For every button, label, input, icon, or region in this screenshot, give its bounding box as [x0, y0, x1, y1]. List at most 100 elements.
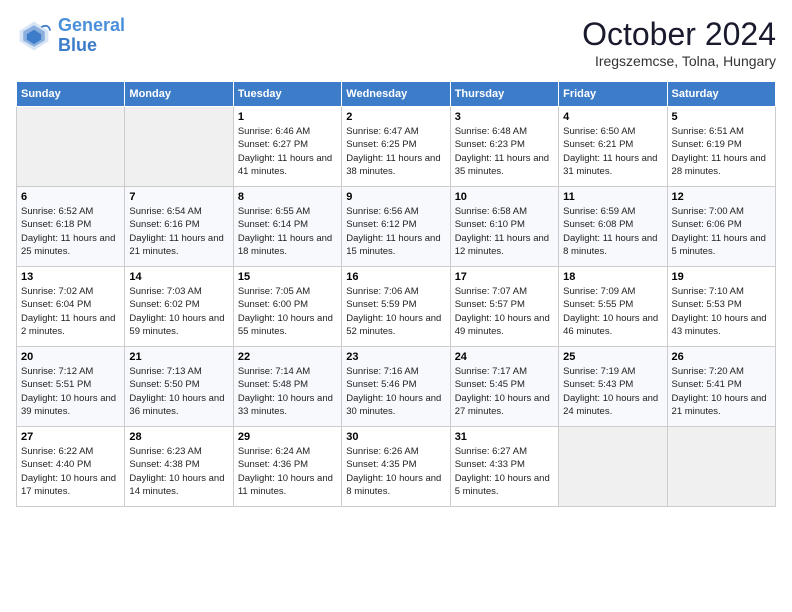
calendar-cell: 23Sunrise: 7:16 AM Sunset: 5:46 PM Dayli… — [342, 347, 450, 427]
col-header-saturday: Saturday — [667, 82, 775, 107]
calendar-cell: 10Sunrise: 6:58 AM Sunset: 6:10 PM Dayli… — [450, 187, 558, 267]
day-info: Sunrise: 7:17 AM Sunset: 5:45 PM Dayligh… — [455, 365, 554, 418]
day-info: Sunrise: 6:24 AM Sunset: 4:36 PM Dayligh… — [238, 445, 337, 498]
day-info: Sunrise: 6:59 AM Sunset: 6:08 PM Dayligh… — [563, 205, 662, 258]
day-number: 22 — [238, 351, 337, 363]
calendar-cell — [667, 427, 775, 507]
col-header-wednesday: Wednesday — [342, 82, 450, 107]
calendar-cell: 11 Sunrise: 6:59 AM Sunset: 6:08 PM Dayli… — [559, 187, 667, 267]
day-info: Sunrise: 7:02 AM Sunset: 6:04 PM Dayligh… — [21, 285, 120, 338]
calendar-cell — [559, 427, 667, 507]
day-info: Sunrise: 7:03 AM Sunset: 6:02 PM Dayligh… — [129, 285, 228, 338]
calendar-cell: 22 Sunrise: 7:14 AM Sunset: 5:48 PM Dayli… — [233, 347, 341, 427]
day-number: 30 — [346, 431, 445, 443]
calendar-week-row: 27Sunrise: 6:22 AM Sunset: 4:40 PM Dayli… — [17, 427, 776, 507]
day-number: 26 — [672, 351, 771, 363]
calendar-cell: 30 Sunrise: 6:26 AM Sunset: 4:35 PM Dayli… — [342, 427, 450, 507]
day-info: Sunrise: 6:46 AM Sunset: 6:27 PM Dayligh… — [238, 125, 337, 178]
day-number: 21 — [129, 351, 228, 363]
day-info: Sunrise: 7:09 AM Sunset: 5:55 PM Dayligh… — [563, 285, 662, 338]
calendar-cell: 5Sunrise: 6:51 AM Sunset: 6:19 PM Daylig… — [667, 107, 775, 187]
day-info: Sunrise: 6:27 AM Sunset: 4:33 PM Dayligh… — [455, 445, 554, 498]
calendar-cell: 27Sunrise: 6:22 AM Sunset: 4:40 PM Dayli… — [17, 427, 125, 507]
col-header-friday: Friday — [559, 82, 667, 107]
col-header-tuesday: Tuesday — [233, 82, 341, 107]
calendar-cell: 19 Sunrise: 7:10 AM Sunset: 5:53 PM Dayli… — [667, 267, 775, 347]
calendar-cell: 16 Sunrise: 7:06 AM Sunset: 5:59 PM Dayli… — [342, 267, 450, 347]
calendar-cell: 31 Sunrise: 6:27 AM Sunset: 4:33 PM Dayli… — [450, 427, 558, 507]
col-header-sunday: Sunday — [17, 82, 125, 107]
day-info: Sunrise: 7:06 AM Sunset: 5:59 PM Dayligh… — [346, 285, 445, 338]
calendar-week-row: 13 Sunrise: 7:02 AM Sunset: 6:04 PM Dayli… — [17, 267, 776, 347]
calendar-cell: 1 Sunrise: 6:46 AM Sunset: 6:27 PM Daylig… — [233, 107, 341, 187]
day-number: 9 — [346, 191, 445, 203]
day-info: Sunrise: 6:58 AM Sunset: 6:10 PM Dayligh… — [455, 205, 554, 258]
day-number: 31 — [455, 431, 554, 443]
day-info: Sunrise: 6:22 AM Sunset: 4:40 PM Dayligh… — [21, 445, 120, 498]
day-info: Sunrise: 7:14 AM Sunset: 5:48 PM Dayligh… — [238, 365, 337, 418]
calendar-cell: 12 Sunrise: 7:00 AM Sunset: 6:06 PM Dayli… — [667, 187, 775, 267]
day-info: Sunrise: 6:51 AM Sunset: 6:19 PM Dayligh… — [672, 125, 771, 178]
day-number: 2 — [346, 111, 445, 123]
day-number: 17 — [455, 271, 554, 283]
day-info: Sunrise: 6:26 AM Sunset: 4:35 PM Dayligh… — [346, 445, 445, 498]
day-number: 1 — [238, 111, 337, 123]
page-header: General Blue October 2024 Iregszemcse, T… — [16, 16, 776, 69]
calendar-cell: 14 Sunrise: 7:03 AM Sunset: 6:02 PM Dayli… — [125, 267, 233, 347]
calendar-cell: 2 Sunrise: 6:47 AM Sunset: 6:25 PM Daylig… — [342, 107, 450, 187]
day-info: Sunrise: 6:55 AM Sunset: 6:14 PM Dayligh… — [238, 205, 337, 258]
day-number: 6 — [21, 191, 120, 203]
day-number: 19 — [672, 271, 771, 283]
calendar-cell: 18Sunrise: 7:09 AM Sunset: 5:55 PM Dayli… — [559, 267, 667, 347]
day-number: 12 — [672, 191, 771, 203]
day-number: 20 — [21, 351, 120, 363]
calendar-cell: 9 Sunrise: 6:56 AM Sunset: 6:12 PM Daylig… — [342, 187, 450, 267]
calendar-cell: 8 Sunrise: 6:55 AM Sunset: 6:14 PM Daylig… — [233, 187, 341, 267]
calendar-cell: 21Sunrise: 7:13 AM Sunset: 5:50 PM Dayli… — [125, 347, 233, 427]
calendar-week-row: 6 Sunrise: 6:52 AM Sunset: 6:18 PM Daylig… — [17, 187, 776, 267]
calendar-week-row: 1 Sunrise: 6:46 AM Sunset: 6:27 PM Daylig… — [17, 107, 776, 187]
day-info: Sunrise: 6:56 AM Sunset: 6:12 PM Dayligh… — [346, 205, 445, 258]
day-number: 29 — [238, 431, 337, 443]
calendar-cell: 4Sunrise: 6:50 AM Sunset: 6:21 PM Daylig… — [559, 107, 667, 187]
calendar-cell: 26 Sunrise: 7:20 AM Sunset: 5:41 PM Dayli… — [667, 347, 775, 427]
day-info: Sunrise: 6:54 AM Sunset: 6:16 PM Dayligh… — [129, 205, 228, 258]
day-info: Sunrise: 6:47 AM Sunset: 6:25 PM Dayligh… — [346, 125, 445, 178]
logo-text: General Blue — [58, 16, 125, 56]
day-number: 11 — [563, 191, 662, 203]
day-info: Sunrise: 7:10 AM Sunset: 5:53 PM Dayligh… — [672, 285, 771, 338]
calendar-cell: 29 Sunrise: 6:24 AM Sunset: 4:36 PM Dayli… — [233, 427, 341, 507]
calendar-cell: 28 Sunrise: 6:23 AM Sunset: 4:38 PM Dayli… — [125, 427, 233, 507]
day-number: 14 — [129, 271, 228, 283]
calendar-cell: 15 Sunrise: 7:05 AM Sunset: 6:00 PM Dayli… — [233, 267, 341, 347]
day-info: Sunrise: 7:05 AM Sunset: 6:00 PM Dayligh… — [238, 285, 337, 338]
day-number: 8 — [238, 191, 337, 203]
day-info: Sunrise: 6:23 AM Sunset: 4:38 PM Dayligh… — [129, 445, 228, 498]
day-info: Sunrise: 7:12 AM Sunset: 5:51 PM Dayligh… — [21, 365, 120, 418]
day-number: 28 — [129, 431, 228, 443]
day-info: Sunrise: 6:48 AM Sunset: 6:23 PM Dayligh… — [455, 125, 554, 178]
day-number: 24 — [455, 351, 554, 363]
month-title: October 2024 — [582, 16, 776, 53]
day-info: Sunrise: 7:20 AM Sunset: 5:41 PM Dayligh… — [672, 365, 771, 418]
calendar-cell: 17Sunrise: 7:07 AM Sunset: 5:57 PM Dayli… — [450, 267, 558, 347]
day-info: Sunrise: 7:19 AM Sunset: 5:43 PM Dayligh… — [563, 365, 662, 418]
day-number: 13 — [21, 271, 120, 283]
day-number: 25 — [563, 351, 662, 363]
location-subtitle: Iregszemcse, Tolna, Hungary — [582, 53, 776, 69]
day-info: Sunrise: 6:50 AM Sunset: 6:21 PM Dayligh… — [563, 125, 662, 178]
calendar-header-row: SundayMondayTuesdayWednesdayThursdayFrid… — [17, 82, 776, 107]
day-info: Sunrise: 6:52 AM Sunset: 6:18 PM Dayligh… — [21, 205, 120, 258]
calendar-table: SundayMondayTuesdayWednesdayThursdayFrid… — [16, 81, 776, 507]
day-number: 16 — [346, 271, 445, 283]
day-info: Sunrise: 7:00 AM Sunset: 6:06 PM Dayligh… — [672, 205, 771, 258]
title-block: October 2024 Iregszemcse, Tolna, Hungary — [582, 16, 776, 69]
logo-icon — [16, 18, 52, 54]
calendar-week-row: 20 Sunrise: 7:12 AM Sunset: 5:51 PM Dayli… — [17, 347, 776, 427]
day-number: 15 — [238, 271, 337, 283]
calendar-cell — [125, 107, 233, 187]
day-number: 3 — [455, 111, 554, 123]
calendar-cell: 24 Sunrise: 7:17 AM Sunset: 5:45 PM Dayli… — [450, 347, 558, 427]
day-info: Sunrise: 7:16 AM Sunset: 5:46 PM Dayligh… — [346, 365, 445, 418]
calendar-cell: 25 Sunrise: 7:19 AM Sunset: 5:43 PM Dayli… — [559, 347, 667, 427]
